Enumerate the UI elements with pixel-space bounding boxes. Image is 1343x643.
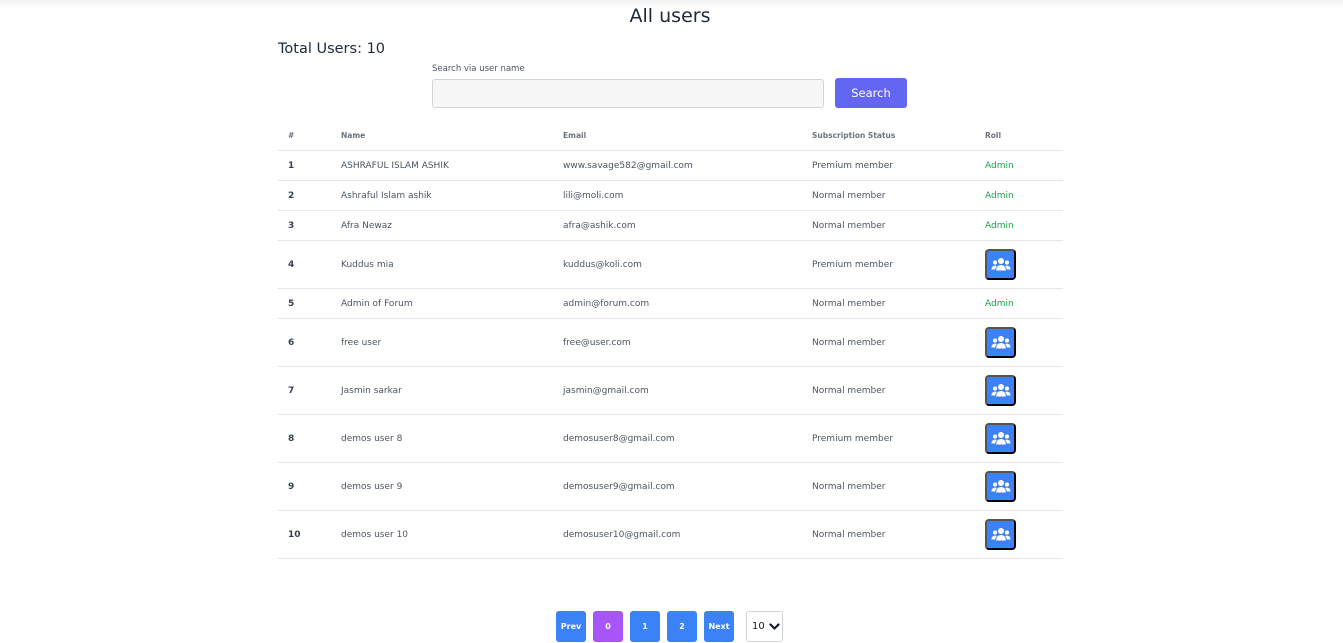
total-users-count: Total Users: 10: [278, 41, 386, 57]
page-size-value: 10: [752, 621, 765, 632]
user-name: free user: [341, 337, 382, 348]
row-number: 9: [288, 481, 295, 492]
table-row: 5 Admin of Forum admin@forum.com Normal mem…: [278, 289, 1063, 319]
table-row: 8 demos user 8 demosuser8@gmail.com Premium…: [278, 415, 1063, 463]
user-name: demos user 9: [341, 481, 403, 492]
row-number: 4: [288, 259, 295, 270]
next-page-button[interactable]: Next: [704, 611, 734, 642]
users-icon: [991, 257, 1011, 272]
user-name: Ashraful Islam ashik: [341, 190, 432, 201]
roll-cell: [985, 375, 1063, 406]
subscription-status: Premium member: [812, 259, 893, 270]
column-header-roll: Roll: [985, 131, 1002, 140]
table-header: # Name Email Subscription Status Roll: [278, 121, 1063, 151]
subscription-status: Premium member: [812, 160, 893, 171]
user-email: jasmin@gmail.com: [563, 385, 649, 396]
user-email: lili@moli.com: [563, 190, 624, 201]
column-header-email: Email: [563, 131, 587, 140]
user-name: Afra Newaz: [341, 220, 392, 231]
users-icon: [991, 335, 1011, 350]
user-email: admin@forum.com: [563, 298, 650, 309]
table-row: 1 ASHRAFUL ISLAM ASHIK www.savage582@gmail…: [278, 151, 1063, 181]
table-row: 4 Kuddus mia kuddus@koli.com Premium member: [278, 241, 1063, 289]
role-admin-label: Admin: [985, 220, 1014, 231]
row-number: 6: [288, 337, 295, 348]
make-admin-button[interactable]: [985, 327, 1016, 358]
table-row: 2 Ashraful Islam ashik lili@moli.com Normal…: [278, 181, 1063, 211]
row-number: 3: [288, 220, 295, 231]
user-name: Admin of Forum: [341, 298, 413, 309]
roll-cell: [985, 519, 1063, 550]
subscription-status: Normal member: [812, 385, 886, 396]
subscription-status: Normal member: [812, 298, 886, 309]
make-admin-button[interactable]: [985, 519, 1016, 550]
table-row: 10 demos user 10 demosuser10@gmail.com Norm…: [278, 511, 1063, 559]
page-button-2[interactable]: 2: [667, 611, 697, 642]
search-label: Search via user name: [432, 64, 525, 74]
role-admin-label: Admin: [985, 298, 1014, 309]
subscription-status: Normal member: [812, 481, 886, 492]
make-admin-button[interactable]: [985, 423, 1016, 454]
user-email: kuddus@koli.com: [563, 259, 642, 270]
row-number: 8: [288, 433, 295, 444]
roll-cell: [985, 471, 1063, 502]
user-email: demosuser8@gmail.com: [563, 433, 675, 444]
search-input[interactable]: [432, 79, 824, 108]
chevron-down-icon: [769, 622, 780, 631]
users-icon: [991, 527, 1011, 542]
user-email: afra@ashik.com: [563, 220, 636, 231]
user-email: www.savage582@gmail.com: [563, 160, 693, 171]
table-body: 1 ASHRAFUL ISLAM ASHIK www.savage582@gmail…: [278, 151, 1063, 559]
row-number: 2: [288, 190, 295, 201]
roll-cell: [985, 423, 1063, 454]
table-row: 6 free user free@user.com Normal member: [278, 319, 1063, 367]
page-size-select[interactable]: 10: [746, 611, 783, 642]
row-number: 5: [288, 298, 295, 309]
user-name: Kuddus mia: [341, 259, 394, 270]
subscription-status: Normal member: [812, 190, 886, 201]
user-name: ASHRAFUL ISLAM ASHIK: [341, 160, 449, 171]
row-number: 10: [288, 529, 301, 540]
roll-cell: [985, 249, 1063, 280]
user-email: free@user.com: [563, 337, 631, 348]
pagination: Prev 0 1 2 Next 10: [556, 611, 783, 642]
users-icon: [991, 383, 1011, 398]
table-row: 3 Afra Newaz afra@ashik.com Normal member Ad…: [278, 211, 1063, 241]
make-admin-button[interactable]: [985, 375, 1016, 406]
user-name: demos user 10: [341, 529, 409, 540]
subscription-status: Normal member: [812, 529, 886, 540]
users-icon: [991, 479, 1011, 494]
make-admin-button[interactable]: [985, 471, 1016, 502]
column-header-subscription-status: Subscription Status: [812, 131, 896, 140]
user-email: demosuser9@gmail.com: [563, 481, 675, 492]
users-icon: [991, 431, 1011, 446]
column-header-name: Name: [341, 131, 366, 140]
subscription-status: Normal member: [812, 220, 886, 231]
users-table: # Name Email Subscription Status Roll 1 A…: [278, 121, 1063, 559]
table-row: 7 Jasmin sarkar jasmin@gmail.com Normal mem…: [278, 367, 1063, 415]
role-admin-label: Admin: [985, 160, 1014, 171]
roll-cell: [985, 327, 1063, 358]
search-button[interactable]: Search: [835, 78, 907, 108]
table-row: 9 demos user 9 demosuser9@gmail.com Normal …: [278, 463, 1063, 511]
prev-page-button[interactable]: Prev: [556, 611, 586, 642]
page-button-0[interactable]: 0: [593, 611, 623, 642]
page-title: All users: [629, 5, 711, 27]
user-name: Jasmin sarkar: [341, 385, 402, 396]
make-admin-button[interactable]: [985, 249, 1016, 280]
column-header-number: #: [288, 131, 295, 140]
row-number: 7: [288, 385, 295, 396]
user-name: demos user 8: [341, 433, 403, 444]
subscription-status: Normal member: [812, 337, 886, 348]
user-email: demosuser10@gmail.com: [563, 529, 681, 540]
row-number: 1: [288, 160, 295, 171]
page-button-1[interactable]: 1: [630, 611, 660, 642]
role-admin-label: Admin: [985, 190, 1014, 201]
subscription-status: Premium member: [812, 433, 893, 444]
